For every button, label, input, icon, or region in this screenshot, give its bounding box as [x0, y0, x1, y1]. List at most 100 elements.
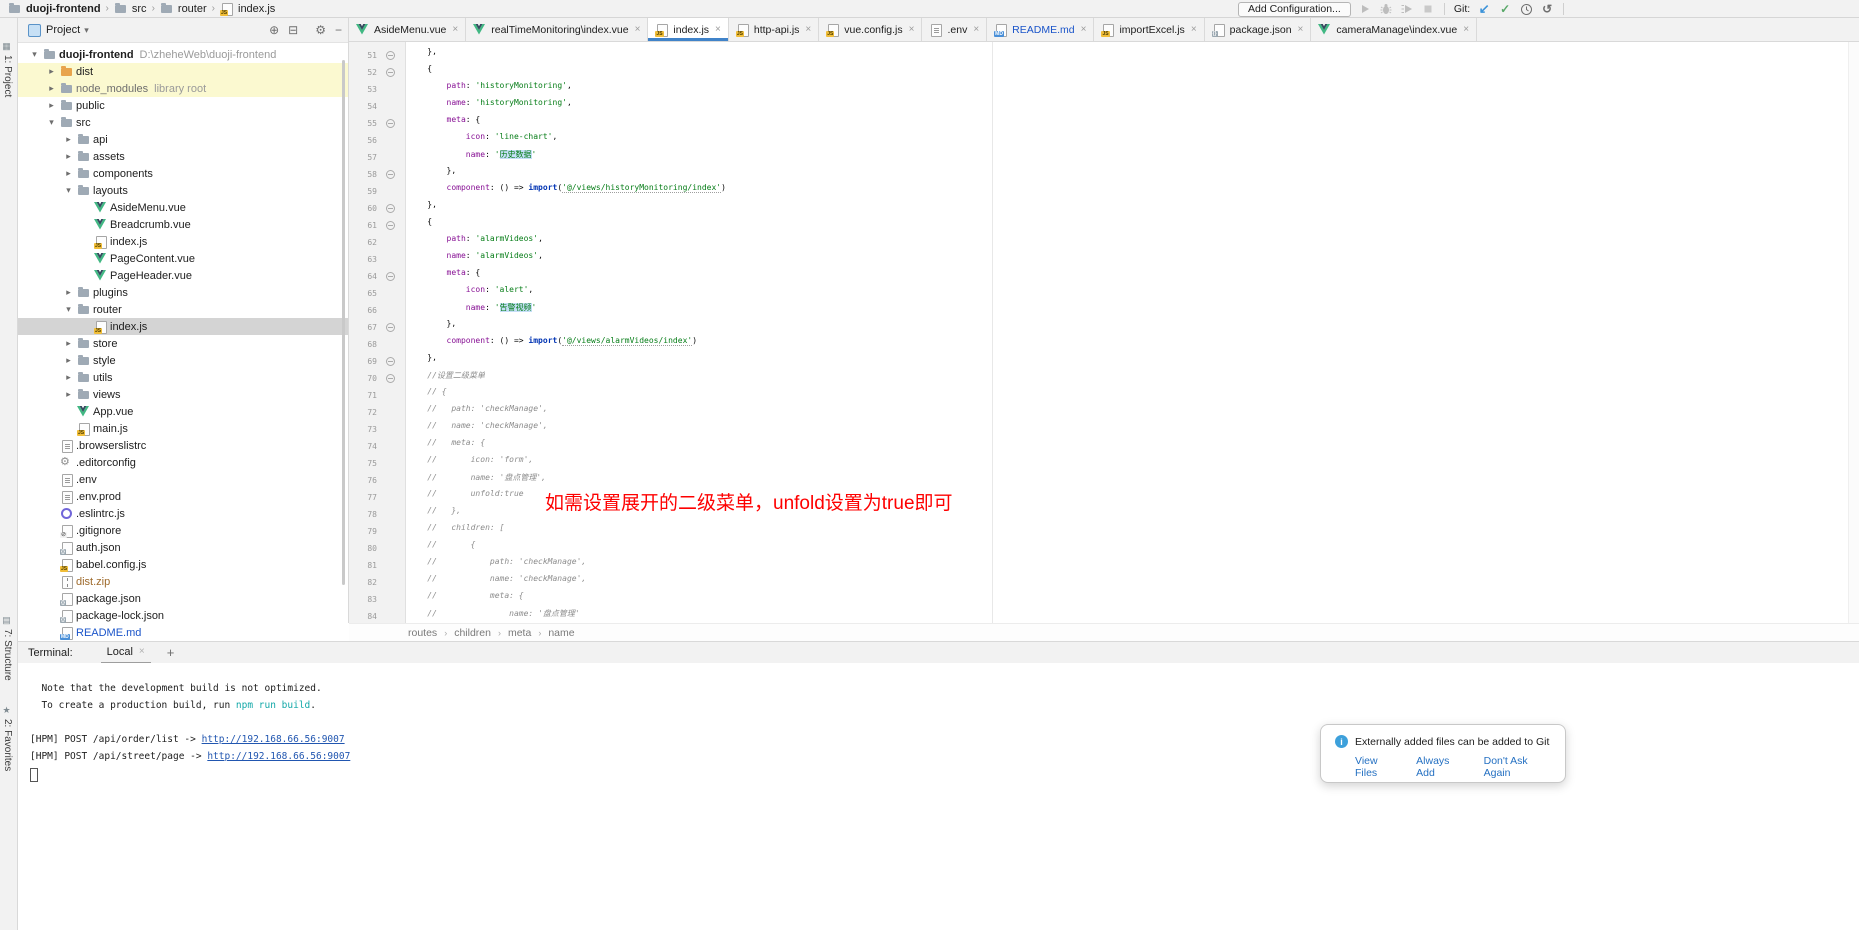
tree-item[interactable]: ⚙.editorconfig — [18, 454, 348, 471]
tree-item[interactable]: ▸assets — [18, 148, 348, 165]
editor-tab[interactable]: JShttp-api.js× — [729, 18, 819, 41]
close-icon[interactable]: × — [909, 24, 915, 35]
terminal-tab-local[interactable]: Local × — [101, 641, 151, 664]
stop-icon[interactable] — [1421, 2, 1435, 16]
tree-item[interactable]: {}auth.json — [18, 539, 348, 556]
editor-breadcrumb-item[interactable]: name — [548, 627, 574, 639]
tree-item[interactable]: .env — [18, 471, 348, 488]
tree-item[interactable]: Breadcrumb.vue — [18, 216, 348, 233]
window-breadcrumb-item[interactable]: duoji-frontend — [8, 2, 101, 15]
tree-item[interactable]: JSbabel.config.js — [18, 556, 348, 573]
fold-icon[interactable] — [377, 204, 403, 213]
tree-item[interactable]: dist.zip — [18, 573, 348, 590]
project-tree-scrollbar[interactable] — [342, 60, 345, 585]
tree-item[interactable]: ▸api — [18, 131, 348, 148]
chevron-right-icon[interactable]: ▸ — [60, 134, 77, 145]
fold-icon[interactable] — [377, 68, 403, 77]
run-icon[interactable] — [1358, 2, 1372, 16]
close-icon[interactable]: × — [1081, 24, 1087, 35]
tree-item[interactable]: .env.prod — [18, 488, 348, 505]
tree-item[interactable]: JSindex.js — [18, 318, 348, 335]
terminal-link[interactable]: http://192.168.66.56:9007 — [207, 751, 350, 762]
tree-item[interactable]: ▾duoji-frontendD:\zheheWeb\duoji-fronten… — [18, 46, 348, 63]
tree-item[interactable]: ▸utils — [18, 369, 348, 386]
tree-item[interactable]: ▾router — [18, 301, 348, 318]
fold-icon[interactable] — [377, 170, 403, 179]
editor-tab[interactable]: JSvue.config.js× — [819, 18, 922, 41]
git-update-icon[interactable]: ↙ — [1477, 2, 1491, 16]
tree-item[interactable]: JSmain.js — [18, 420, 348, 437]
add-configuration-button[interactable]: Add Configuration... — [1238, 2, 1351, 17]
editor-tab[interactable]: JSindex.js× — [648, 18, 728, 41]
editor-tab[interactable]: JSimportExcel.js× — [1094, 18, 1204, 41]
tree-item[interactable]: JSindex.js — [18, 233, 348, 250]
terminal-cursor[interactable] — [30, 768, 38, 782]
fold-icon[interactable] — [377, 221, 403, 230]
window-breadcrumb-item[interactable]: JSindex.js — [220, 2, 275, 15]
terminal-output[interactable]: Note that the development build is not o… — [18, 663, 1859, 930]
notification-action-don-t-ask-again[interactable]: Don't Ask Again — [1484, 755, 1553, 779]
hide-panel-icon[interactable]: − — [335, 23, 342, 37]
tree-item[interactable]: App.vue — [18, 403, 348, 420]
tree-item[interactable]: PageHeader.vue — [18, 267, 348, 284]
close-icon[interactable]: × — [1463, 24, 1469, 35]
code-editor[interactable]: 5152535455565758596061626364656667686970… — [349, 42, 1859, 623]
tree-item[interactable]: .eslintrc.js — [18, 505, 348, 522]
tree-item[interactable]: ▸store — [18, 335, 348, 352]
tree-item[interactable]: ▸style — [18, 352, 348, 369]
gear-icon[interactable]: ⚙ — [315, 23, 326, 37]
chevron-right-icon[interactable]: ▸ — [60, 287, 77, 298]
run-with-coverage-icon[interactable] — [1400, 2, 1414, 16]
chevron-right-icon[interactable]: ▸ — [60, 389, 77, 400]
tree-item[interactable]: AsideMenu.vue — [18, 199, 348, 216]
close-icon[interactable]: × — [452, 24, 458, 35]
fold-icon[interactable] — [377, 119, 403, 128]
collapse-all-icon[interactable]: ⊟ — [288, 23, 298, 37]
window-breadcrumb-item[interactable]: router — [160, 2, 207, 15]
tree-item[interactable]: ▸dist — [18, 63, 348, 80]
close-icon[interactable]: × — [1298, 24, 1304, 35]
close-icon[interactable]: × — [805, 24, 811, 35]
close-icon[interactable]: × — [973, 24, 979, 35]
editor-tab[interactable]: realTimeMonitoring\index.vue× — [466, 18, 648, 41]
chevron-right-icon[interactable]: ▸ — [43, 100, 60, 111]
editor-breadcrumb-item[interactable]: meta — [508, 627, 531, 639]
tree-item[interactable]: ▸public — [18, 97, 348, 114]
close-icon[interactable]: × — [715, 24, 721, 35]
chevron-right-icon[interactable]: ▸ — [60, 355, 77, 366]
notification-action-always-add[interactable]: Always Add — [1416, 755, 1467, 779]
editor-breadcrumb-item[interactable]: routes — [408, 627, 437, 639]
editor-tab[interactable]: {}package.json× — [1205, 18, 1312, 41]
project-panel-title[interactable]: Project — [46, 24, 80, 36]
chevron-right-icon[interactable]: ▸ — [60, 151, 77, 162]
stripe-button-structure[interactable]: ▤7: Structure — [2, 616, 13, 681]
tree-item[interactable]: .browserslistrc — [18, 437, 348, 454]
close-icon[interactable]: × — [635, 24, 641, 35]
tree-item[interactable]: MDREADME.md — [18, 624, 348, 641]
chevron-right-icon[interactable]: ▸ — [43, 83, 60, 94]
tree-item[interactable]: ▾src — [18, 114, 348, 131]
chevron-right-icon[interactable]: ▸ — [60, 168, 77, 179]
chevron-down-icon[interactable]: ▾ — [60, 185, 77, 196]
editor-scrollbar[interactable] — [1848, 42, 1859, 623]
tree-item[interactable]: ▸node_moduleslibrary root — [18, 80, 348, 97]
new-terminal-icon[interactable]: + — [167, 645, 175, 660]
fold-icon[interactable] — [377, 51, 403, 60]
code-content[interactable]: }, { path: 'historyMonitoring', name: 'h… — [408, 47, 726, 623]
git-commit-icon[interactable]: ✓ — [1498, 2, 1512, 16]
chevron-down-icon[interactable]: ▾ — [26, 49, 43, 60]
fold-icon[interactable] — [377, 357, 403, 366]
tree-item[interactable]: ▸views — [18, 386, 348, 403]
close-icon[interactable]: × — [1191, 24, 1197, 35]
fold-icon[interactable] — [377, 374, 403, 383]
debug-icon[interactable] — [1379, 2, 1393, 16]
locate-file-icon[interactable]: ⊕ — [269, 23, 279, 37]
terminal-link[interactable]: http://192.168.66.56:9007 — [202, 734, 345, 745]
chevron-right-icon[interactable]: ▸ — [60, 338, 77, 349]
fold-icon[interactable] — [377, 323, 403, 332]
chevron-right-icon[interactable]: ▸ — [43, 66, 60, 77]
stripe-button-favorites[interactable]: ★2: Favorites — [2, 706, 13, 771]
chevron-down-icon[interactable]: ▾ — [60, 304, 77, 315]
tree-item[interactable]: {}package.json — [18, 590, 348, 607]
tree-item[interactable]: {}package-lock.json — [18, 607, 348, 624]
